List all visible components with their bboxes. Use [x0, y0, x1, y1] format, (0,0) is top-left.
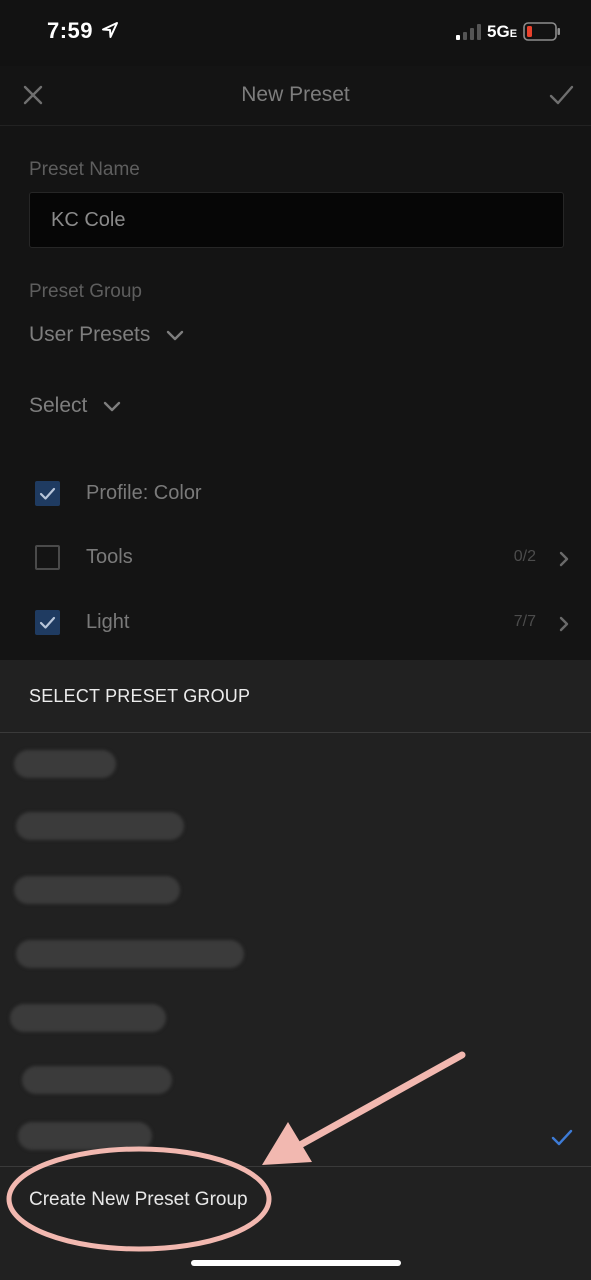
option-row-tools[interactable]: Tools 0/2 — [0, 533, 591, 583]
option-row-light[interactable]: Light 7/7 — [0, 598, 591, 648]
preset-group-dropdown[interactable]: User Presets — [29, 323, 184, 347]
checkbox-unchecked[interactable] — [35, 545, 60, 570]
sheet-title: SELECT PRESET GROUP — [29, 686, 251, 706]
create-new-preset-group-label: Create New Preset Group — [29, 1189, 248, 1210]
preset-group-label: Preset Group — [29, 281, 142, 302]
redacted-label — [14, 750, 116, 778]
chevron-right-icon[interactable] — [557, 550, 571, 568]
network-label: 5G — [487, 22, 510, 41]
selected-check-icon — [551, 1129, 573, 1146]
chevron-down-icon — [167, 330, 184, 341]
preset-group-item[interactable] — [0, 796, 591, 858]
preset-group-item[interactable] — [0, 920, 591, 982]
top-bar: New Preset — [0, 66, 591, 126]
redacted-label — [18, 1122, 152, 1150]
select-dropdown[interactable]: Select — [29, 394, 121, 418]
status-bar: 7:59 5GE — [0, 0, 591, 66]
select-preset-group-sheet: SELECT PRESET GROUP Create New Preset Gr… — [0, 660, 591, 1280]
chevron-right-icon[interactable] — [557, 615, 571, 633]
chevron-down-icon — [104, 401, 121, 412]
option-row-profile[interactable]: Profile: Color — [0, 469, 591, 519]
sheet-header: SELECT PRESET GROUP — [0, 660, 591, 733]
battery-low-icon — [523, 22, 560, 41]
preset-group-item[interactable] — [0, 982, 591, 1044]
redacted-label — [14, 876, 180, 904]
checkbox-checked[interactable] — [35, 481, 60, 506]
checkmark-icon — [39, 487, 56, 500]
home-indicator — [191, 1260, 401, 1266]
network-suffix: E — [509, 28, 518, 40]
option-count: 7/7 — [513, 613, 536, 630]
signal-strength-icon — [456, 24, 481, 40]
preset-name-input[interactable]: KC Cole — [29, 192, 564, 248]
page-title: New Preset — [241, 83, 350, 106]
preset-group-item-selected[interactable] — [0, 1106, 591, 1168]
redacted-label — [16, 940, 244, 968]
create-new-preset-group-button[interactable]: Create New Preset Group — [0, 1166, 591, 1280]
new-preset-form: New Preset Preset Name KC Cole Preset Gr… — [0, 66, 591, 660]
option-label: Profile: Color — [86, 482, 202, 504]
location-arrow-icon — [102, 22, 118, 38]
option-label: Light — [86, 611, 130, 633]
status-time: 7:59 — [47, 18, 94, 43]
select-label: Select — [29, 394, 88, 417]
preset-group-value: User Presets — [29, 323, 151, 346]
preset-group-item[interactable] — [0, 858, 591, 920]
option-label: Tools — [86, 546, 133, 568]
redacted-label — [22, 1066, 172, 1094]
preset-group-item[interactable] — [0, 734, 591, 796]
redacted-label — [16, 812, 184, 840]
redacted-label — [10, 1004, 166, 1032]
network-type: 5GE — [487, 22, 517, 42]
checkmark-icon — [39, 616, 56, 629]
preset-name-label: Preset Name — [29, 159, 140, 180]
preset-group-item[interactable] — [0, 1044, 591, 1106]
option-count: 0/2 — [513, 548, 536, 565]
confirm-check-icon[interactable] — [547, 81, 575, 109]
checkbox-checked[interactable] — [35, 610, 60, 635]
